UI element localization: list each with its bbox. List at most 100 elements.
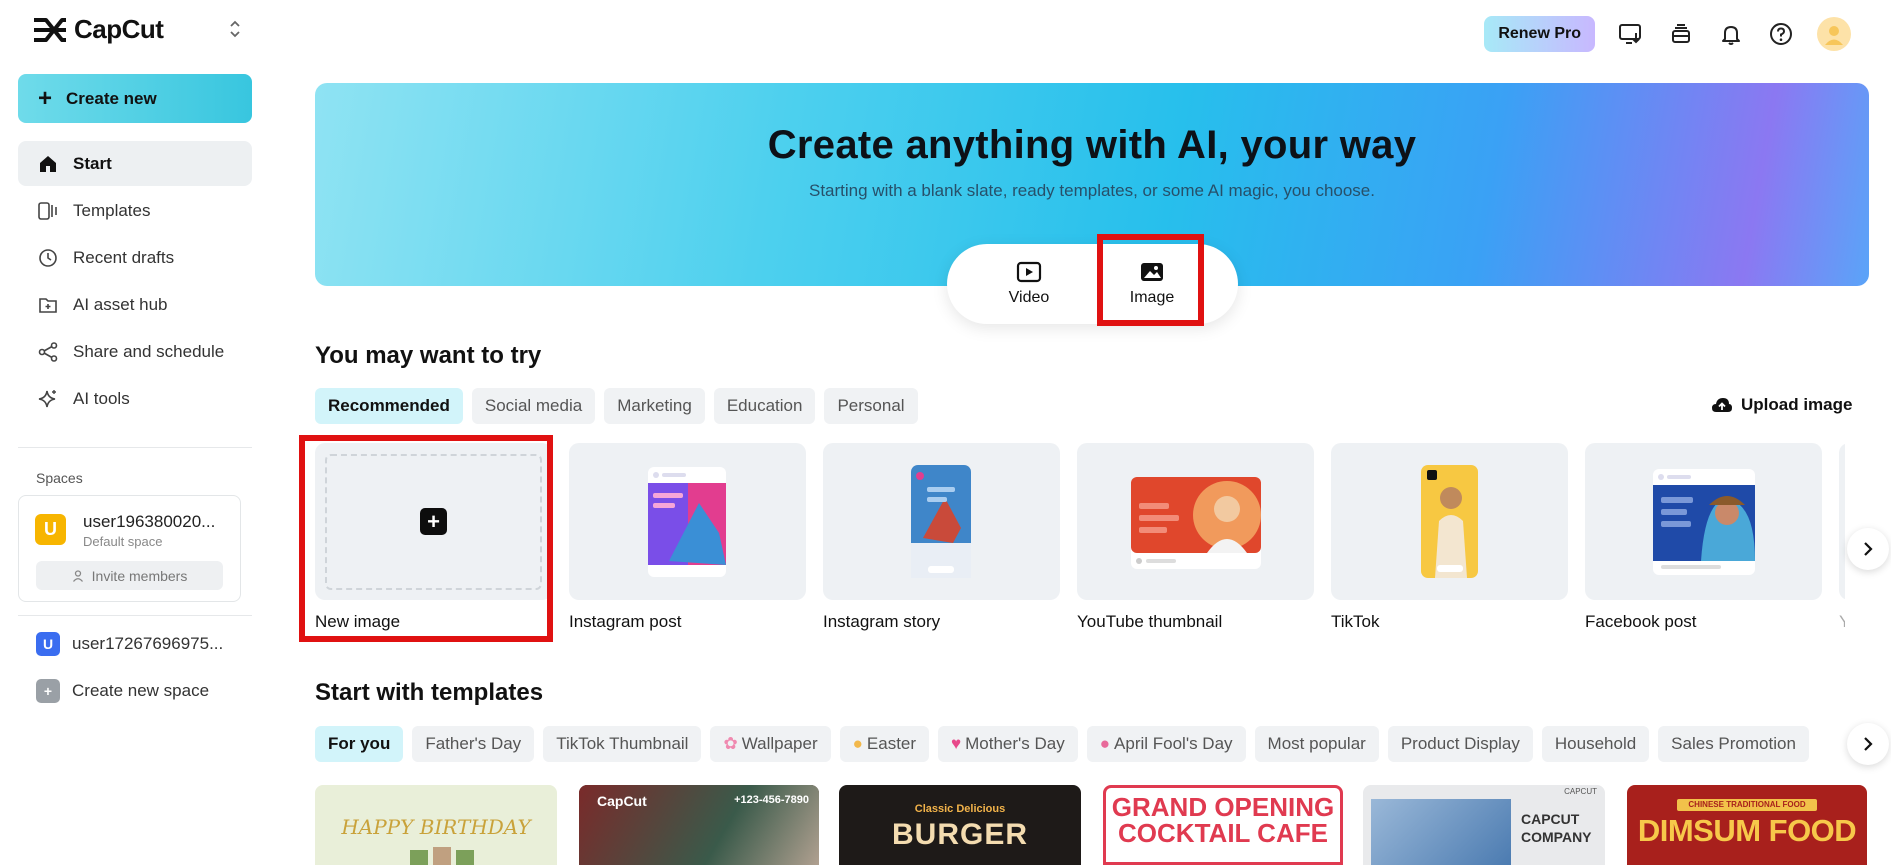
template-tile-cocktail-cafe[interactable]: GRAND OPENING COCKTAIL CAFE (1103, 785, 1343, 865)
upload-image-label: Upload image (1741, 395, 1853, 414)
home-icon (40, 155, 56, 172)
chip-recommended[interactable]: Recommended (315, 388, 463, 424)
create-new-button[interactable]: + Create new (18, 74, 252, 123)
photo-placeholder (456, 850, 474, 865)
space-name: user17267696975... (72, 634, 224, 653)
template-category-chips: For you Father's Day TikTok Thumbnail ✿ W… (315, 726, 1809, 762)
building-photo (1371, 799, 1511, 865)
sidebar-item-label: AI asset hub (73, 294, 168, 314)
card-facebook-post[interactable]: Facebook post (1585, 443, 1822, 632)
template-tile-burger[interactable]: Classic Delicious BURGER (839, 785, 1081, 865)
card-thumbnail (823, 443, 1060, 600)
download-app-icon[interactable] (1617, 20, 1645, 48)
template-tile-company[interactable]: CAPCUT CAPCUT COMPANY (1363, 785, 1605, 865)
sidebar-item-ai-tools[interactable]: AI tools (18, 376, 252, 421)
cloud-upload-icon (1712, 398, 1732, 412)
card-thumbnail (569, 443, 806, 600)
tiktok-illustration (1421, 465, 1478, 578)
template-tile-text: DIMSUM FOOD (1637, 813, 1857, 848)
chip-household[interactable]: Household (1541, 726, 1650, 762)
renew-pro-button[interactable]: Renew Pro (1484, 16, 1595, 52)
sidebar-item-start[interactable]: Start (18, 141, 252, 186)
try-cards-row: + New image Instagram post Instagram sto… (315, 443, 1845, 633)
invite-members-button[interactable]: Invite members (36, 561, 223, 590)
card-thumbnail (1839, 443, 1845, 600)
clock-icon (39, 248, 57, 267)
templates-icon (38, 201, 57, 220)
share-icon (38, 341, 58, 362)
card-tiktok[interactable]: TikTok (1331, 443, 1568, 632)
plus-icon: + (36, 679, 60, 703)
template-tile-capcut[interactable]: CapCut +123-456-7890 (579, 785, 819, 865)
chip-product-display[interactable]: Product Display (1387, 726, 1533, 762)
mode-video-button[interactable]: Video (969, 244, 1089, 324)
create-new-label: Create new (66, 88, 157, 108)
sidebar-divider (18, 615, 252, 616)
chip-mothers-day[interactable]: ♥ Mother's Day (938, 726, 1078, 762)
sidebar: CapCut + Create new Start Templates Rece… (0, 0, 252, 865)
try-next-button[interactable] (1847, 528, 1889, 570)
capcut-logo-icon (34, 17, 66, 42)
chip-social-media[interactable]: Social media (471, 388, 596, 424)
sidebar-item-templates[interactable]: Templates (18, 188, 252, 233)
space-avatar: U (36, 632, 60, 656)
chip-personal[interactable]: Personal (824, 388, 918, 424)
chip-for-you[interactable]: For you (315, 726, 404, 762)
sidebar-nav: Start Templates Recent drafts AI asset h… (18, 141, 252, 423)
workspace-switch-icon[interactable] (226, 18, 244, 40)
sidebar-item-share-and-schedule[interactable]: Share and schedule (18, 329, 252, 374)
template-tile-text: COMPANY (1521, 829, 1592, 845)
chip-sales-promotion[interactable]: Sales Promotion (1658, 726, 1809, 762)
inbox-stack-icon[interactable] (1667, 20, 1695, 48)
chip-april-fools-day[interactable]: ● April Fool's Day (1086, 726, 1246, 762)
video-icon (1016, 261, 1042, 283)
help-icon[interactable] (1767, 20, 1795, 48)
chip-education[interactable]: Education (713, 388, 816, 424)
flower-icon: ✿ (723, 734, 738, 753)
template-tile-birthday[interactable]: HAPPY BIRTHDAY (315, 785, 557, 865)
sparkle-icon (38, 389, 56, 407)
template-tile-phone: +123-456-7890 (734, 794, 809, 806)
sidebar-item-label: Recent drafts (73, 247, 175, 267)
other-space-item[interactable]: U user17267696975... (36, 629, 223, 659)
image-icon (1141, 263, 1163, 281)
card-new-image[interactable]: + New image (315, 443, 552, 632)
asset-hub-icon (39, 297, 57, 313)
chip-tiktok-thumbnail[interactable]: TikTok Thumbnail (543, 726, 702, 762)
chevron-right-icon (1864, 737, 1873, 751)
card-thumbnail (1331, 443, 1568, 600)
sidebar-item-ai-asset-hub[interactable]: AI asset hub (18, 282, 252, 327)
chip-label: Easter (866, 734, 917, 753)
upload-image-button[interactable]: Upload image (1711, 395, 1852, 415)
create-new-space-button[interactable]: + Create new space (36, 676, 209, 706)
chip-most-popular[interactable]: Most popular (1254, 726, 1379, 762)
plus-icon: + (420, 508, 447, 535)
template-tile-dimsum[interactable]: CHINESE TRADITIONAL FOOD DIMSUM FOOD (1627, 785, 1867, 865)
pig-icon: ● (1099, 734, 1111, 753)
user-avatar[interactable] (1817, 17, 1851, 51)
card-label: Facebook post (1585, 612, 1697, 631)
bell-icon[interactable] (1717, 20, 1745, 48)
chip-marketing[interactable]: Marketing (604, 388, 705, 424)
sidebar-item-recent-drafts[interactable]: Recent drafts (18, 235, 252, 280)
card-youtube-thumbnail[interactable]: YouTube thumbnail (1077, 443, 1314, 632)
chip-wallpaper[interactable]: ✿ Wallpaper (710, 726, 831, 762)
facebook-post-illustration (1653, 469, 1755, 575)
card-partial[interactable]: Yo (1839, 443, 1845, 632)
sidebar-item-label: AI tools (73, 388, 130, 408)
templates-next-button[interactable] (1847, 723, 1889, 765)
card-instagram-story[interactable]: Instagram story (823, 443, 1060, 632)
card-label: New image (315, 612, 401, 631)
card-instagram-post[interactable]: Instagram post (569, 443, 806, 632)
template-tile-subtext: CHINESE TRADITIONAL FOOD (1677, 799, 1817, 811)
template-tile-text: BURGER (891, 818, 1028, 851)
sidebar-item-label: Start (73, 153, 112, 173)
chip-easter[interactable]: ● Easter (839, 726, 930, 762)
capcut-logo[interactable]: CapCut (32, 14, 164, 45)
default-space-card[interactable]: U user196380020... Default space Invite … (18, 495, 241, 602)
plus-icon: + (38, 84, 53, 112)
card-thumbnail (1585, 443, 1822, 600)
mode-image-button[interactable]: Image (1092, 244, 1212, 324)
chip-label: Mother's Day (965, 734, 1065, 753)
chip-fathers-day[interactable]: Father's Day (412, 726, 535, 762)
